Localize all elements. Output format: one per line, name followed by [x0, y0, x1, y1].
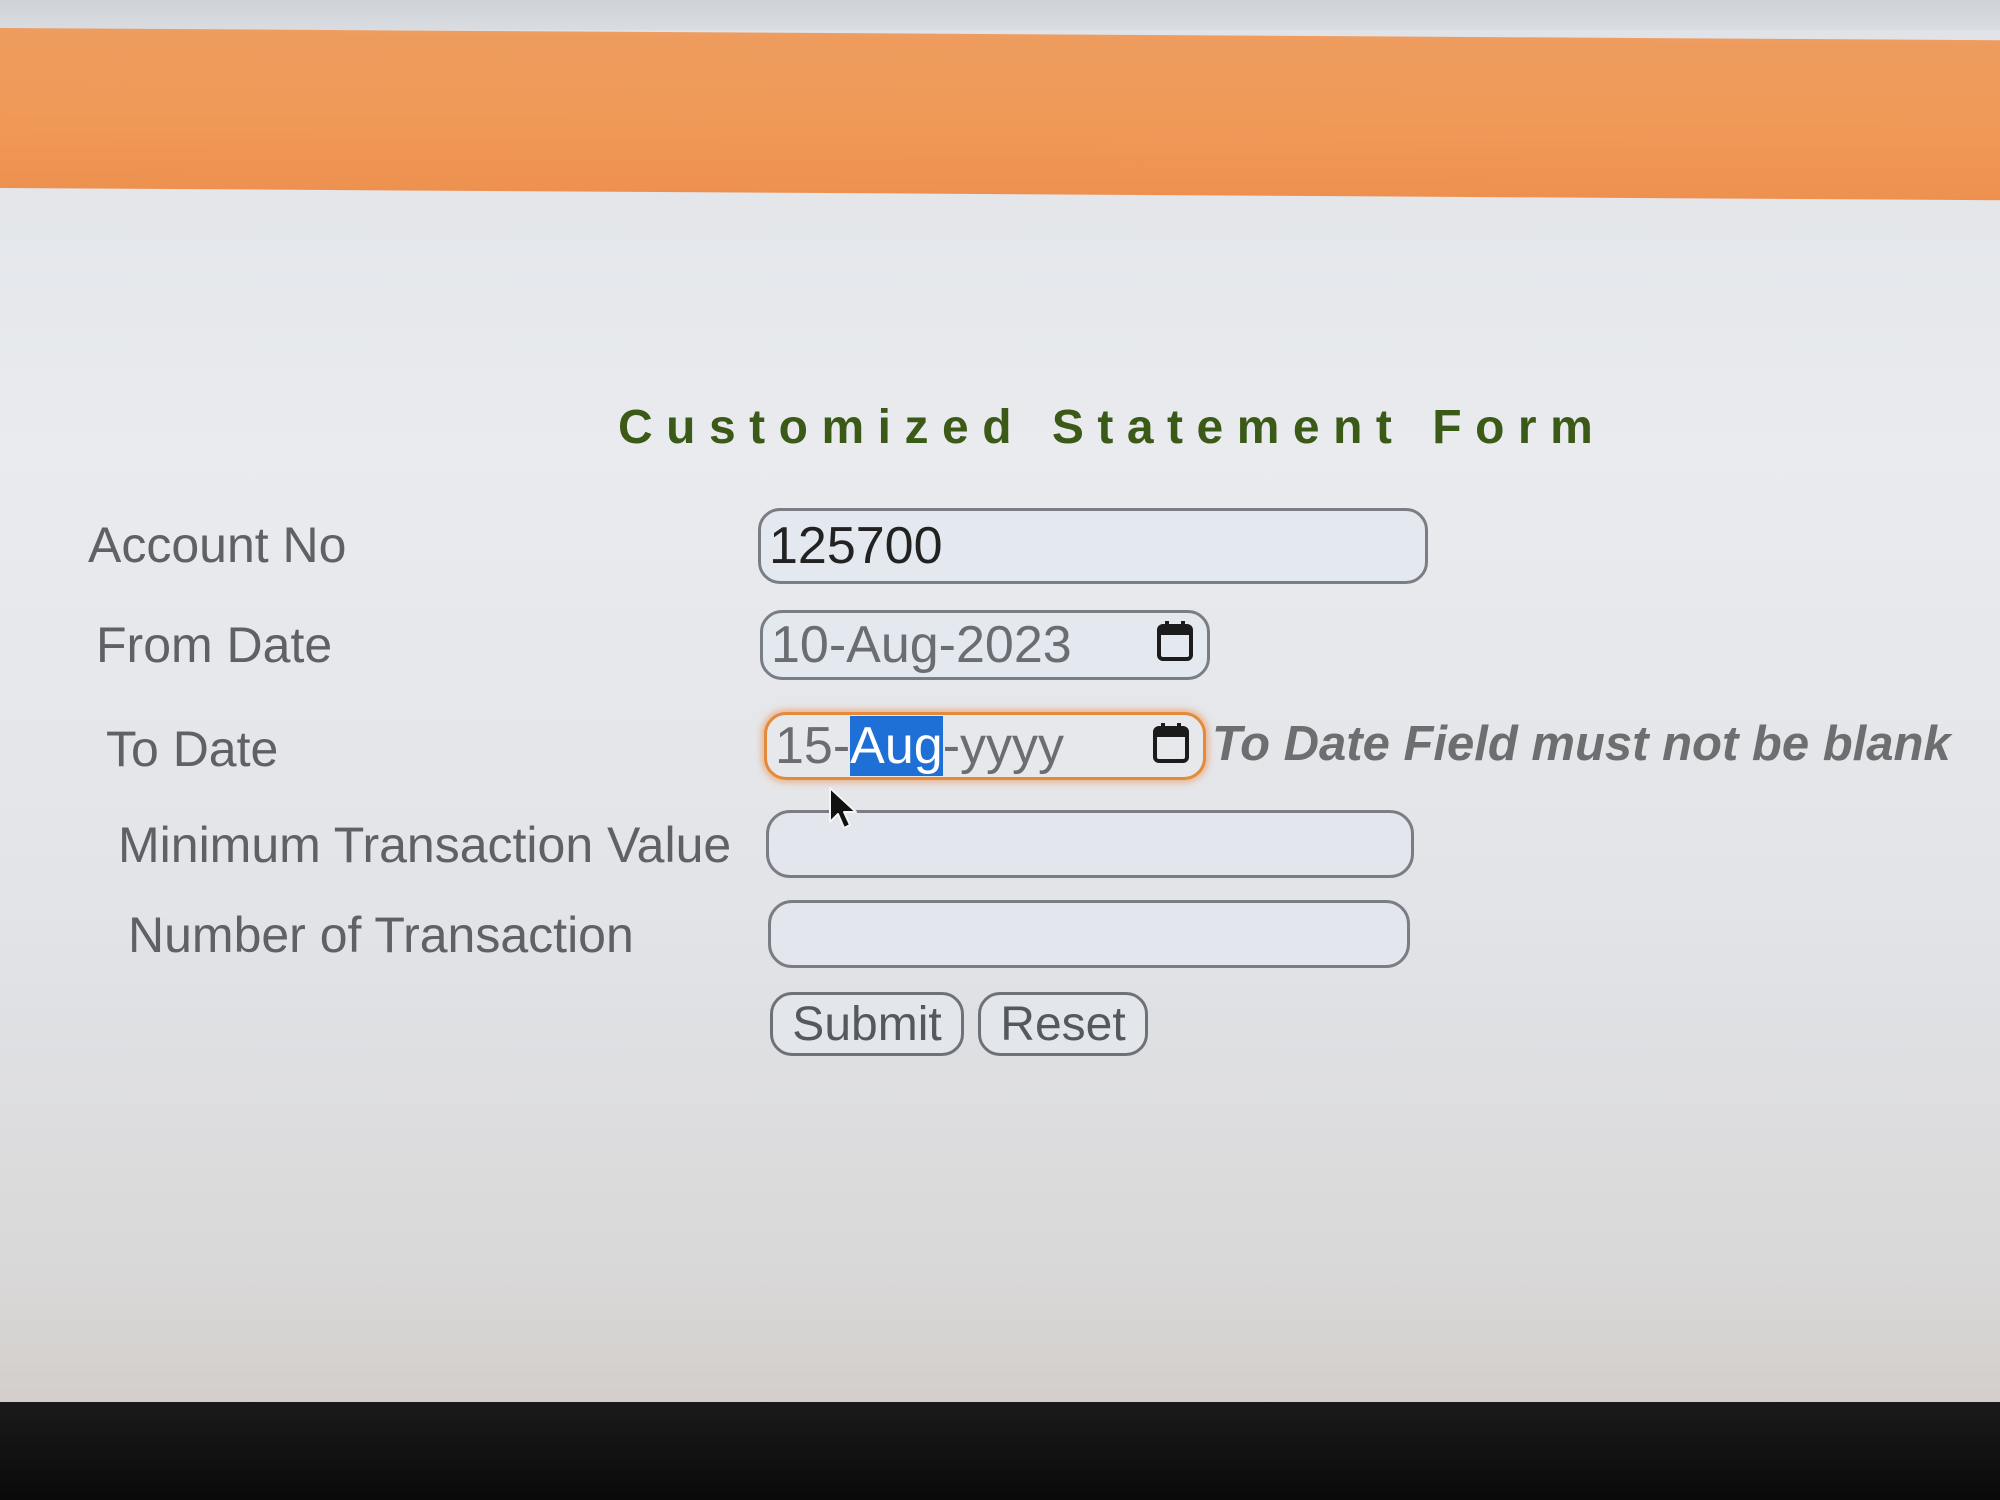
to-date-day: 15- [775, 717, 851, 775]
submit-button[interactable]: Submit [770, 992, 964, 1056]
min-transaction-value-label: Minimum Transaction Value [118, 817, 732, 873]
monitor-bezel [0, 1402, 2000, 1500]
from-date-value: 10-Aug-2023 [771, 616, 1072, 674]
to-date-label: To Date [106, 721, 279, 777]
account-no-label: Account No [88, 517, 347, 573]
header-banner [0, 28, 2000, 201]
account-no-value: 125700 [769, 517, 943, 575]
calendar-icon[interactable] [1152, 722, 1190, 764]
to-date-error-message: To Date Field must not be blank [1212, 717, 1951, 771]
top-strip [0, 0, 2000, 30]
number-of-transaction-input[interactable] [768, 900, 1410, 968]
calendar-icon[interactable] [1156, 620, 1194, 662]
account-no-input[interactable]: 125700 [758, 508, 1428, 584]
reset-button[interactable]: Reset [978, 992, 1148, 1056]
form-title: Customized Statement Form [618, 401, 1607, 454]
mouse-cursor-icon [829, 787, 857, 829]
to-date-month-selected: Aug [850, 716, 943, 776]
from-date-label: From Date [96, 617, 333, 673]
to-date-input[interactable]: 15- Aug -yyyy [764, 712, 1206, 780]
to-date-year-placeholder: -yyyy [942, 717, 1065, 775]
min-transaction-value-input[interactable] [766, 810, 1414, 878]
from-date-input[interactable]: 10-Aug-2023 [760, 610, 1210, 680]
number-of-transaction-label: Number of Transaction [128, 907, 634, 963]
